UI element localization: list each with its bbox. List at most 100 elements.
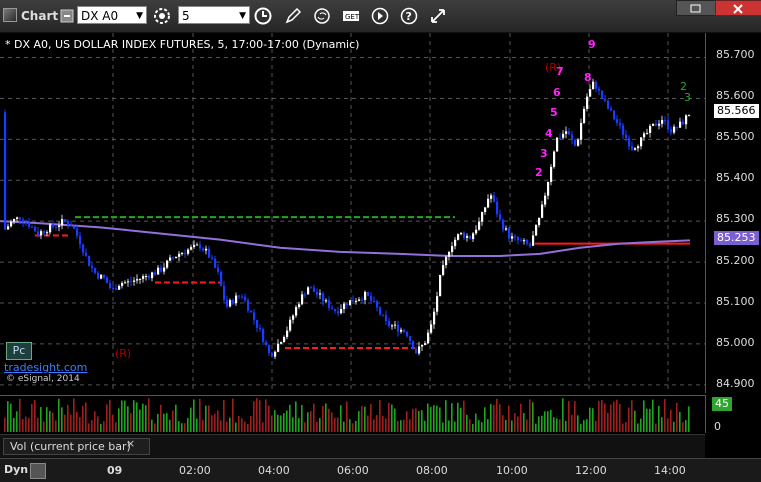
candle-body — [418, 346, 421, 354]
volume-bar — [172, 410, 174, 432]
volume-bar — [229, 417, 231, 432]
volume-bar — [94, 411, 96, 432]
candle-body — [196, 244, 199, 246]
price-chart-canvas[interactable]: (R)(R)234567 8923 — [0, 33, 705, 393]
volume-bar — [28, 417, 30, 432]
play-icon[interactable] — [370, 6, 390, 26]
candle-body — [409, 336, 412, 341]
volume-badge: 45 — [712, 397, 732, 411]
candle-body — [352, 300, 355, 302]
candle-body — [148, 275, 151, 279]
chevron-down-icon[interactable]: ▼ — [239, 7, 246, 25]
volume-bar — [160, 404, 162, 432]
toolbar: Chart DX A0 ▼ 5 ▼ GET ? — [0, 0, 761, 33]
volume-bar — [673, 421, 675, 432]
candle-body — [142, 276, 145, 279]
candle-body — [595, 81, 598, 89]
candle-body — [319, 293, 322, 295]
close-icon[interactable] — [715, 0, 761, 16]
candle-body — [76, 228, 79, 236]
volume-bar — [577, 415, 579, 432]
candle-body — [358, 299, 361, 301]
candle-body — [577, 139, 580, 146]
settings-gear-icon[interactable] — [152, 6, 172, 26]
volume-bar — [115, 422, 117, 432]
candle-body — [232, 300, 235, 304]
candle-body — [127, 281, 130, 283]
time-axis[interactable]: Dyn 09 02:00 04:00 06:00 08:00 10:00 12:… — [0, 458, 761, 482]
volume-bar — [424, 420, 426, 432]
candle-body — [193, 244, 196, 248]
volume-bar — [469, 419, 471, 432]
interval-input[interactable]: 5 ▼ — [178, 6, 250, 24]
symbol-input[interactable]: DX A0 ▼ — [77, 6, 147, 24]
volume-bar — [619, 404, 621, 432]
candle-body — [16, 217, 19, 219]
volume-bar — [193, 399, 195, 432]
price-axis-label: 85.100 — [716, 295, 755, 308]
candle-body — [478, 221, 481, 230]
volume-bar — [406, 411, 408, 432]
restore-icon[interactable] — [676, 0, 716, 16]
copyright-text: © eSignal, 2014 — [6, 374, 80, 384]
volume-bar — [178, 421, 180, 432]
candle-body — [121, 282, 124, 286]
candle-body — [589, 89, 592, 97]
pencil-icon[interactable] — [283, 6, 303, 26]
candle-body — [637, 146, 640, 149]
candle-body — [244, 296, 247, 301]
volume-bar — [562, 398, 564, 432]
volume-bar — [307, 412, 309, 432]
volume-chart[interactable] — [0, 395, 705, 434]
refresh-icon[interactable] — [312, 6, 332, 26]
site-link[interactable]: tradesight.com — [4, 361, 87, 374]
volume-bar — [340, 405, 342, 432]
candle-body — [253, 312, 256, 320]
chevron-down-icon[interactable]: ▼ — [136, 7, 143, 25]
candle-body — [70, 225, 73, 227]
link-icon[interactable] — [57, 6, 77, 26]
volume-bar — [175, 404, 177, 432]
candle-body — [661, 120, 664, 124]
candle-body — [394, 324, 397, 326]
volume-bar — [568, 401, 570, 432]
candle-body — [496, 201, 499, 215]
candle-body — [601, 90, 604, 99]
candle-body — [460, 232, 463, 235]
help-icon[interactable]: ? — [399, 6, 419, 26]
candle-body — [7, 226, 10, 230]
volume-chart-canvas[interactable] — [0, 396, 705, 434]
svg-text:?: ? — [406, 10, 412, 23]
candle-body — [520, 240, 523, 242]
price-chart[interactable]: (R) (R) 2 3 4 5 6 7 8 9 2 3 — [0, 33, 705, 393]
price-axis[interactable]: 85.700 85.600 85.500 85.400 85.300 85.20… — [705, 33, 761, 393]
volume-bar — [217, 410, 219, 432]
moving-average-line — [0, 220, 691, 257]
scale-icon[interactable] — [30, 463, 46, 479]
get-quote-icon[interactable]: GET — [341, 6, 361, 26]
volume-bar — [154, 423, 156, 432]
dynamic-mode-label[interactable]: Dyn — [4, 463, 28, 476]
volume-bar — [262, 422, 264, 432]
volume-axis[interactable]: 45 0 — [705, 395, 761, 433]
volume-bar — [664, 399, 666, 432]
volume-bar — [310, 411, 312, 432]
volume-bar — [571, 414, 573, 432]
move-arrows-icon[interactable] — [428, 6, 448, 26]
candle-body — [73, 226, 76, 229]
candle-body — [163, 267, 166, 272]
candle-body — [271, 352, 274, 357]
candle-body — [364, 291, 367, 300]
volume-bar — [247, 423, 249, 432]
clock-icon[interactable] — [253, 6, 273, 26]
candle-body — [292, 315, 295, 320]
close-icon[interactable]: × — [126, 437, 135, 450]
volume-bar — [394, 408, 396, 432]
volume-bar — [442, 422, 444, 432]
volume-bar — [55, 420, 57, 432]
volume-bar — [103, 421, 105, 432]
candle-body — [448, 251, 451, 257]
volume-bar — [346, 401, 348, 432]
pc-button[interactable]: Pc — [6, 342, 32, 360]
volume-bar — [439, 407, 441, 432]
